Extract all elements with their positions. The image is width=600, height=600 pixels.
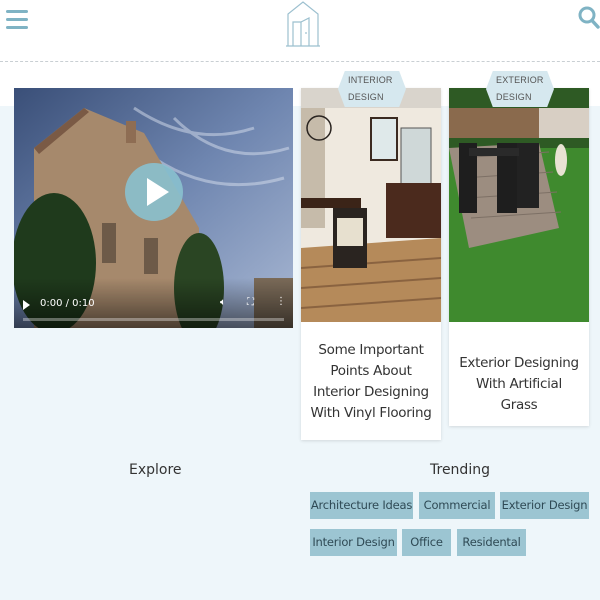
volume-icon[interactable]: 🔈︎ — [220, 297, 226, 308]
video-progress-bar[interactable] — [23, 318, 284, 321]
tag-interior-design[interactable]: Interior Design — [310, 529, 397, 556]
tag-office[interactable]: Office — [402, 529, 451, 556]
tag-commercial[interactable]: Commercial — [419, 492, 495, 519]
article-title[interactable]: Some Important Points About Interior Des… — [309, 340, 433, 424]
artificial-grass-patio-image — [449, 88, 589, 322]
more-options-icon[interactable]: ⋮ — [276, 296, 286, 307]
explore-heading: Explore — [129, 462, 182, 478]
trending-heading: Trending — [430, 462, 490, 478]
category-badge[interactable]: INTERIOR DESIGN — [338, 71, 406, 107]
article-card-interior[interactable]: INTERIOR DESIGN Some Important Points Ab… — [301, 71, 441, 440]
interior-kitchen-image — [301, 88, 441, 322]
article-title[interactable]: Exterior Designing With Artificial Grass — [457, 353, 581, 416]
video-player[interactable]: 0:00 / 0:10 🔈︎ ⛶ ⋮ — [14, 88, 293, 328]
video-time: 0:00 / 0:10 — [40, 298, 95, 309]
article-card-exterior[interactable]: EXTERIOR DESIGN Exterior Designing With … — [449, 71, 589, 426]
video-controls-bar: 0:00 / 0:10 🔈︎ ⛶ ⋮ — [14, 278, 293, 328]
control-play-icon[interactable] — [23, 300, 30, 310]
fullscreen-icon[interactable]: ⛶ — [247, 297, 254, 308]
play-button[interactable] — [125, 163, 183, 221]
site-header — [0, 0, 600, 62]
hamburger-menu-icon[interactable] — [6, 10, 28, 32]
tag-residental[interactable]: Residental — [457, 529, 526, 556]
category-badge[interactable]: EXTERIOR DESIGN — [486, 71, 554, 107]
tag-architecture-ideas[interactable]: Architecture Ideas — [310, 492, 413, 519]
house-door-logo[interactable] — [285, 0, 321, 48]
search-icon[interactable] — [578, 6, 600, 30]
tag-exterior-design[interactable]: Exterior Design — [500, 492, 589, 519]
